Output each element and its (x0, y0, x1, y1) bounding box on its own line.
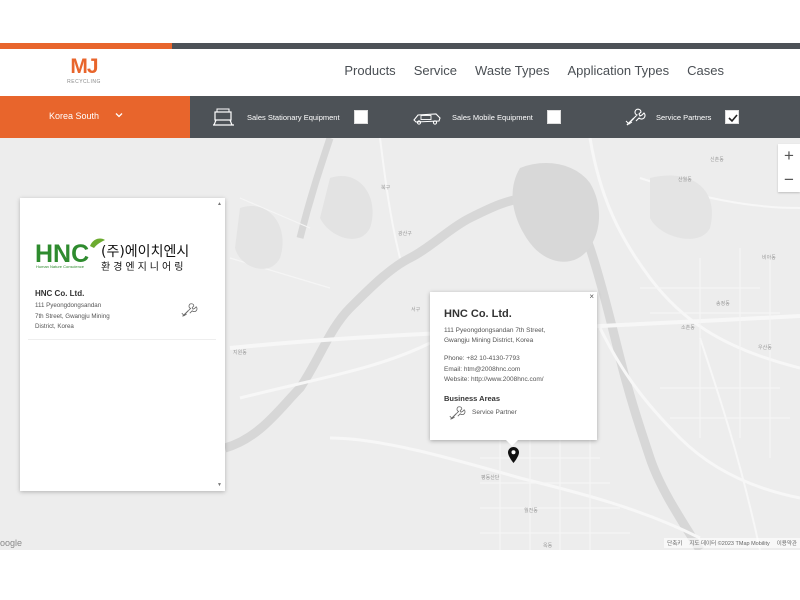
filter-stationary[interactable]: Sales Stationary Equipment (211, 96, 368, 138)
logo-sub: RECYCLING (67, 79, 101, 85)
map-label: 서구 (411, 307, 421, 313)
close-icon[interactable]: × (589, 292, 594, 301)
chevron-down-icon (115, 113, 123, 118)
nav-waste-types[interactable]: Waste Types (475, 63, 549, 78)
service-partner-icon (449, 406, 466, 420)
stationary-equipment-icon (213, 108, 234, 126)
stationary-checkbox[interactable] (353, 110, 368, 124)
info-address: 111 Pyeongdongsandan 7th Street, Gwangju… (444, 326, 545, 346)
map-label: 우산동 (758, 345, 772, 351)
map-label: 평동산단 (481, 475, 500, 481)
map-label: 광산구 (398, 231, 412, 237)
page: MJ RECYCLING Products Service Waste Type… (0, 0, 800, 600)
mj-recycling-logo[interactable]: MJ RECYCLING (64, 55, 104, 91)
map-label: 월전동 (524, 508, 538, 514)
filter-mobile-label: Sales Mobile Equipment (452, 112, 533, 122)
address-line: District, Korea (35, 323, 74, 330)
keyboard-shortcuts-link[interactable]: 단축키 (667, 539, 682, 547)
partners-checkbox[interactable] (725, 110, 740, 124)
info-email[interactable]: Email: htm@2008hnc.com (444, 365, 544, 376)
info-phone: Phone: +82 10-4130-7793 (444, 355, 520, 362)
info-title: HNC Co. Ltd. (444, 308, 512, 320)
checkmark-icon (728, 114, 739, 123)
filter-partners[interactable]: Service Partners (624, 96, 740, 138)
hnc-logo-graphic: HNC Human Nature Conscience (주)에이치엔시 환경엔… (35, 238, 189, 273)
zoom-out-button[interactable]: − (778, 168, 800, 192)
google-logo[interactable]: oogle (0, 538, 22, 548)
map-pin-icon[interactable] (508, 447, 519, 463)
info-window-tail (506, 440, 518, 446)
nav-service[interactable]: Service (414, 63, 457, 78)
info-window: × HNC Co. Ltd. 111 Pyeongdongsandan 7th … (430, 292, 597, 446)
service-partner-icon (181, 303, 198, 317)
terms-link[interactable]: 이용약관 (777, 539, 797, 547)
nav-application-types[interactable]: Application Types (567, 63, 669, 78)
nav-products[interactable]: Products (344, 63, 395, 78)
logo-korean-name: (주)에이치엔시 (101, 244, 189, 260)
mobile-equipment-icon (413, 113, 441, 125)
scroll-up-icon[interactable]: ▲ (217, 201, 222, 207)
scroll-down-icon[interactable]: ▼ (217, 482, 222, 488)
header: MJ RECYCLING Products Service Waste Type… (0, 49, 800, 96)
map-label: 신촌동 (710, 157, 724, 163)
address-line: Gwangju Mining District, Korea (444, 337, 534, 344)
filter-bar: Korea South Sales Stationary Equipment S… (0, 96, 800, 138)
map-label: 비아동 (762, 255, 776, 261)
address-line: 111 Pyeongdongsandan (35, 302, 102, 309)
logo-tagline: Human Nature Conscience (36, 264, 85, 269)
business-areas-heading: Business Areas (444, 394, 501, 403)
map-label: 산월동 (678, 177, 692, 183)
logo-mark: MJ (70, 55, 98, 78)
mobile-checkbox[interactable] (546, 110, 561, 124)
map-label: 북구 (381, 185, 391, 191)
company-name[interactable]: HNC Co. Ltd. (35, 289, 84, 298)
list-divider (28, 339, 216, 340)
map-label: 지원동 (233, 350, 247, 356)
map-data-credit: 지도 데이터 ©2023 TMap Mobility (689, 541, 770, 547)
info-website[interactable]: Website: http://www.2008hnc.com/ (444, 375, 544, 386)
service-partner-icon (625, 108, 646, 126)
region-dropdown[interactable]: Korea South (0, 96, 190, 138)
region-label: Korea South (49, 111, 100, 121)
business-area-label: Service Partner (472, 409, 517, 416)
hnc-company-logo: HNC Human Nature Conscience (주)에이치엔시 환경엔… (35, 238, 230, 274)
company-address: 111 Pyeongdongsandan 7th Street, Gwangju… (35, 301, 110, 333)
filter-mobile[interactable]: Sales Mobile Equipment (412, 96, 561, 138)
map-label: 송정동 (716, 301, 730, 307)
address-line: 7th Street, Gwangju Mining (35, 312, 110, 320)
address-line: 111 Pyeongdongsandan 7th Street, (444, 327, 546, 334)
main-nav: Products Service Waste Types Application… (344, 63, 724, 78)
filter-stationary-label: Sales Stationary Equipment (247, 112, 340, 122)
filter-partners-label: Service Partners (656, 112, 712, 122)
zoom-control: + − (778, 144, 800, 192)
nav-cases[interactable]: Cases (687, 63, 724, 78)
info-contact: Phone: +82 10-4130-7793 Email: htm@2008h… (444, 354, 544, 386)
map-label: 소촌동 (681, 325, 695, 331)
map-label: 옥동 (543, 543, 553, 549)
partner-list-panel: ▲ HNC Human Nature Conscience (주)에이치엔시 환… (20, 198, 225, 491)
logo-korean-sub: 환경엔지니어링 (101, 260, 186, 273)
map-attribution: 단축키 지도 데이터 ©2023 TMap Mobility 이용약관 (664, 538, 800, 548)
zoom-in-button[interactable]: + (778, 144, 800, 168)
map[interactable]: 북구 광산구 서구 지원동 산월동 신촌동 비아동 소촌동 송정동 우산동 평동… (0, 138, 800, 550)
